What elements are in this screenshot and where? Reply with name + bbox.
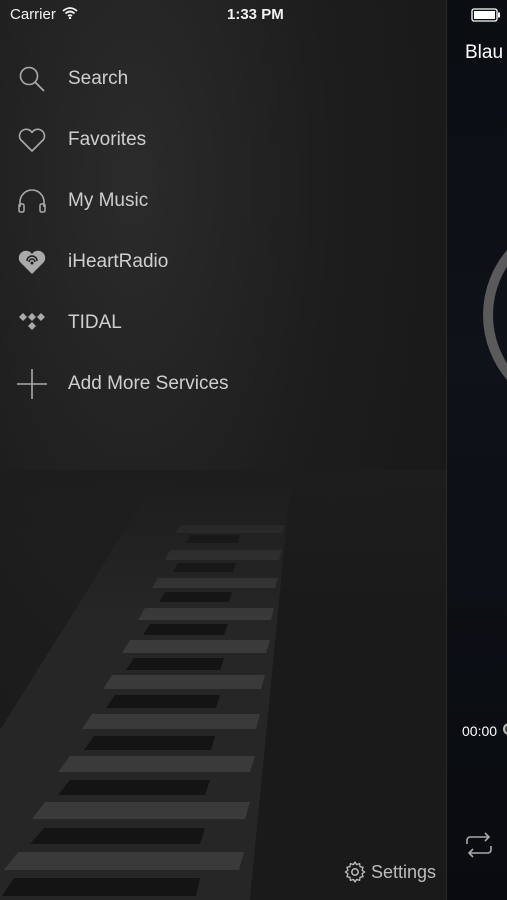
menu-item-favorites[interactable]: Favorites — [0, 109, 446, 170]
plus-icon — [16, 368, 48, 400]
menu-item-tidal[interactable]: TIDAL — [0, 292, 446, 353]
menu-item-label: Favorites — [68, 128, 147, 150]
elapsed-time: 00:00 — [462, 723, 498, 739]
menu-item-label: TIDAL — [68, 311, 122, 333]
wifi-icon — [62, 6, 78, 23]
battery-icon — [471, 8, 501, 27]
iheartradio-icon — [16, 246, 48, 278]
status-bar: Carrier 1:33 PM — [0, 0, 446, 28]
now-playing-panel[interactable]: Blau 00:00 — [446, 0, 507, 900]
service-menu: Search Favorites My Music iHeartRadio TI… — [0, 48, 446, 414]
progress-slider-knob[interactable] — [503, 723, 507, 735]
repeat-icon[interactable] — [463, 830, 495, 865]
menu-item-label: Search — [68, 67, 129, 89]
search-icon — [16, 63, 48, 95]
tidal-icon — [16, 307, 48, 339]
album-art — [483, 215, 507, 415]
menu-item-label: Add More Services — [68, 372, 229, 394]
gear-icon — [344, 861, 366, 883]
now-playing-title: Blau — [465, 42, 504, 63]
menu-item-my-music[interactable]: My Music — [0, 170, 446, 231]
heart-icon — [16, 124, 48, 156]
menu-item-search[interactable]: Search — [0, 48, 446, 109]
menu-item-label: My Music — [68, 189, 149, 211]
settings-label: Settings — [370, 861, 436, 882]
carrier-label: Carrier — [10, 6, 56, 23]
menu-item-add-services[interactable]: Add More Services — [0, 353, 446, 414]
settings-button[interactable]: Settings — [343, 860, 436, 884]
navigation-drawer: Carrier 1:33 PM Search Favorites My Musi… — [0, 0, 446, 900]
menu-item-iheartradio[interactable]: iHeartRadio — [0, 231, 446, 292]
menu-item-label: iHeartRadio — [68, 250, 169, 272]
status-time: 1:33 PM — [227, 6, 284, 23]
headphones-icon — [16, 185, 48, 217]
piano-background-image — [0, 470, 446, 900]
